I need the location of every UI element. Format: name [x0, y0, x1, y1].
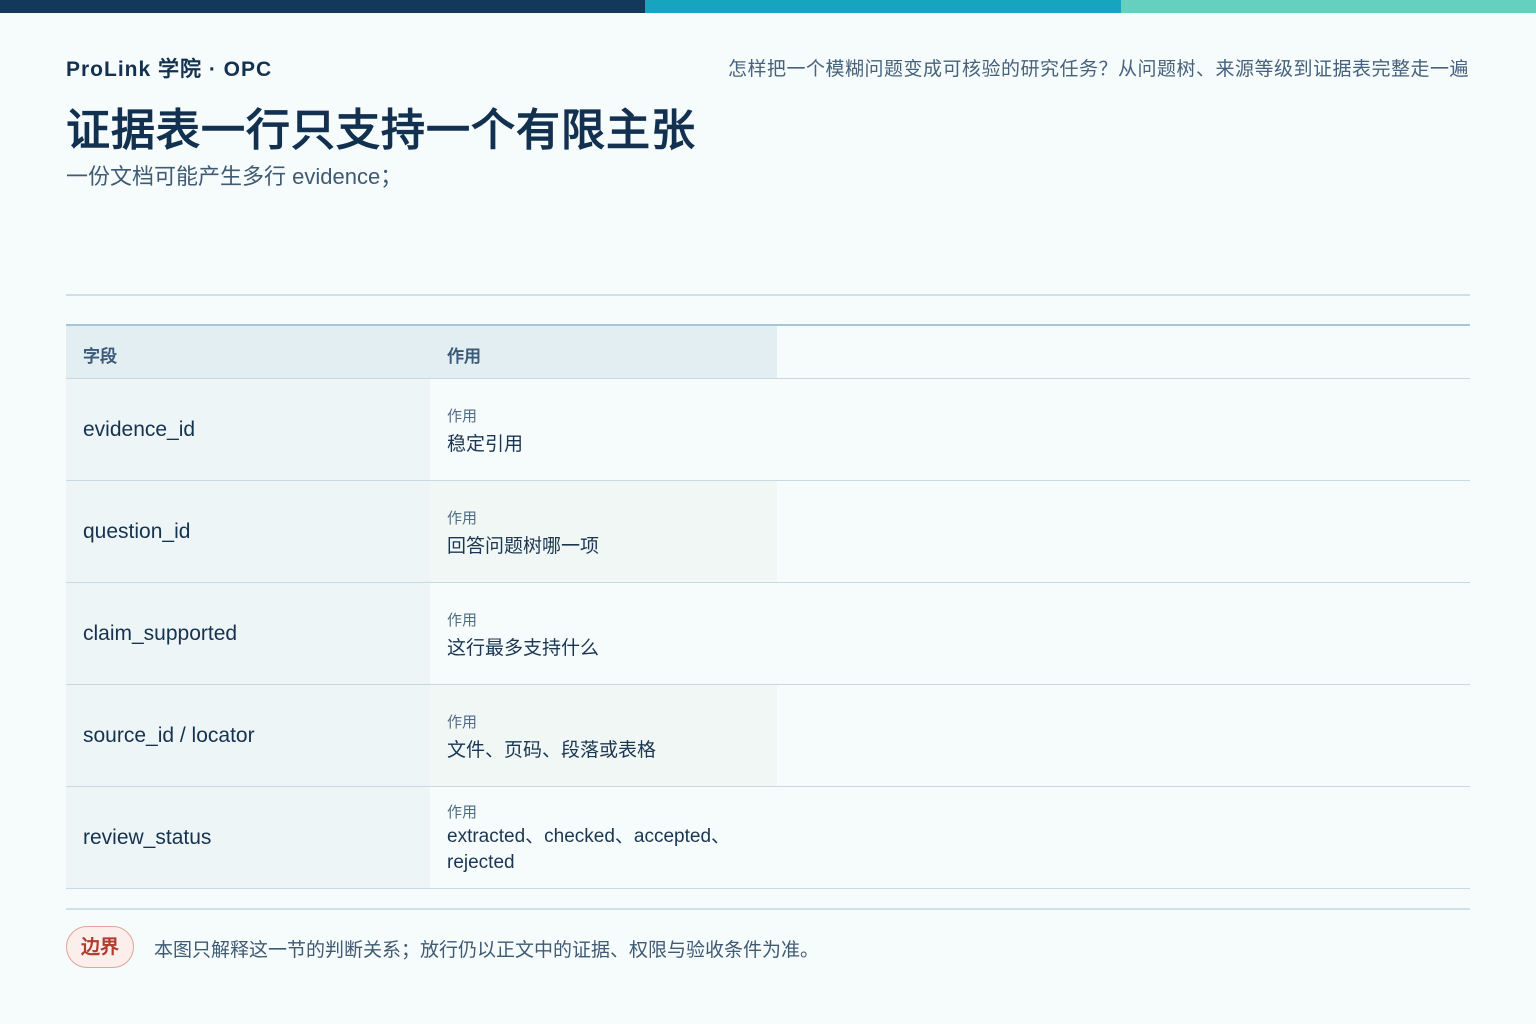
table-row: review_status 作用 extracted、checked、accep… [66, 787, 1470, 889]
column-header-field: 字段 [83, 347, 117, 366]
page-subtitle: 一份文档可能产生多行 evidence； [66, 164, 403, 189]
boundary-badge: 边界 [66, 926, 134, 968]
role-value: 回答问题树哪一项 [447, 536, 600, 557]
table-row: evidence_id 作用 稳定引用 [66, 379, 1470, 481]
role-cell: 作用 文件、页码、段落或表格 [430, 685, 777, 786]
role-value: 稳定引用 [447, 434, 524, 455]
divider-bottom [66, 908, 1470, 910]
table-header-row: 字段 作用 [66, 324, 1470, 379]
role-cell: 作用 extracted、checked、accepted、rejected [430, 787, 777, 888]
divider-top [66, 294, 1470, 296]
brand-label: ProLink 学院 · OPC [66, 58, 273, 81]
tagline: 怎样把一个模糊问题变成可核验的研究任务？从问题树、来源等级到证据表完整走一遍 [727, 59, 1469, 80]
column-header-role: 作用 [447, 347, 481, 366]
table-header-background [66, 326, 777, 378]
role-value: 文件、页码、段落或表格 [447, 740, 657, 761]
table-row: claim_supported 作用 这行最多支持什么 [66, 583, 1470, 685]
role-cell: 作用 稳定引用 [430, 379, 777, 480]
table-row: source_id / locator 作用 文件、页码、段落或表格 [66, 685, 1470, 787]
page-title: 证据表一行只支持一个有限主张 [66, 106, 696, 155]
role-label: 作用 [447, 714, 478, 731]
accent-segment-navy [0, 0, 645, 13]
role-label: 作用 [447, 804, 478, 821]
top-accent-bar [0, 0, 1536, 13]
field-cell: source_id / locator [66, 685, 430, 786]
field-name: claim_supported [83, 621, 238, 645]
boundary-note: 本图只解释这一节的判断关系；放行仍以正文中的证据、权限与验收条件为准。 [154, 940, 820, 961]
role-label: 作用 [447, 612, 478, 629]
role-cell: 作用 回答问题树哪一项 [430, 481, 777, 582]
role-label: 作用 [447, 408, 478, 425]
field-name: review_status [83, 825, 212, 849]
field-name: question_id [83, 519, 191, 543]
table-row: question_id 作用 回答问题树哪一项 [66, 481, 1470, 583]
field-cell: question_id [66, 481, 430, 582]
field-cell: claim_supported [66, 583, 430, 684]
role-value: extracted、checked、accepted、rejected [447, 826, 731, 873]
role-cell: 作用 这行最多支持什么 [430, 583, 777, 684]
role-value: 这行最多支持什么 [447, 638, 600, 659]
evidence-fields-table: 字段 作用 evidence_id 作用 稳定引用 question_id 作用… [66, 324, 1470, 889]
role-label: 作用 [447, 510, 478, 527]
field-cell: evidence_id [66, 379, 430, 480]
accent-segment-mint [1121, 0, 1536, 13]
field-cell: review_status [66, 787, 430, 888]
field-name: source_id / locator [83, 723, 255, 747]
field-name: evidence_id [83, 417, 196, 441]
accent-segment-teal [645, 0, 1121, 13]
